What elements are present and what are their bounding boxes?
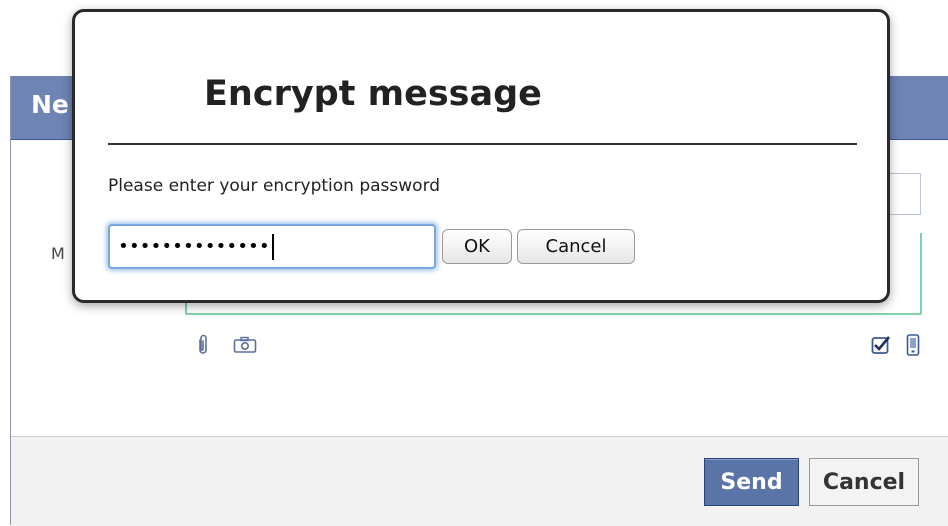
mobile-phone-icon — [901, 333, 925, 357]
checkbox-icon[interactable] — [869, 333, 893, 357]
text-caret — [271, 233, 274, 260]
message-label: M — [51, 244, 65, 263]
password-value: •••••••••••••• — [118, 236, 270, 257]
dialog-title: Encrypt message — [204, 74, 542, 114]
camera-icon[interactable] — [233, 333, 257, 357]
dialog-divider — [108, 143, 857, 145]
send-button[interactable]: Send — [704, 458, 799, 506]
cancel-button[interactable]: Cancel — [517, 229, 635, 264]
password-input[interactable]: •••••••••••••• — [108, 224, 436, 269]
new-message-title: Ne — [31, 90, 69, 119]
encrypt-message-dialog: Encrypt message Please enter your encryp… — [72, 9, 890, 303]
ok-button[interactable]: OK — [442, 229, 512, 264]
password-prompt: Please enter your encryption password — [108, 176, 441, 196]
paperclip-icon[interactable] — [191, 333, 215, 357]
cancel-message-button[interactable]: Cancel — [809, 458, 919, 506]
new-message-footer: Send Cancel — [11, 436, 948, 526]
